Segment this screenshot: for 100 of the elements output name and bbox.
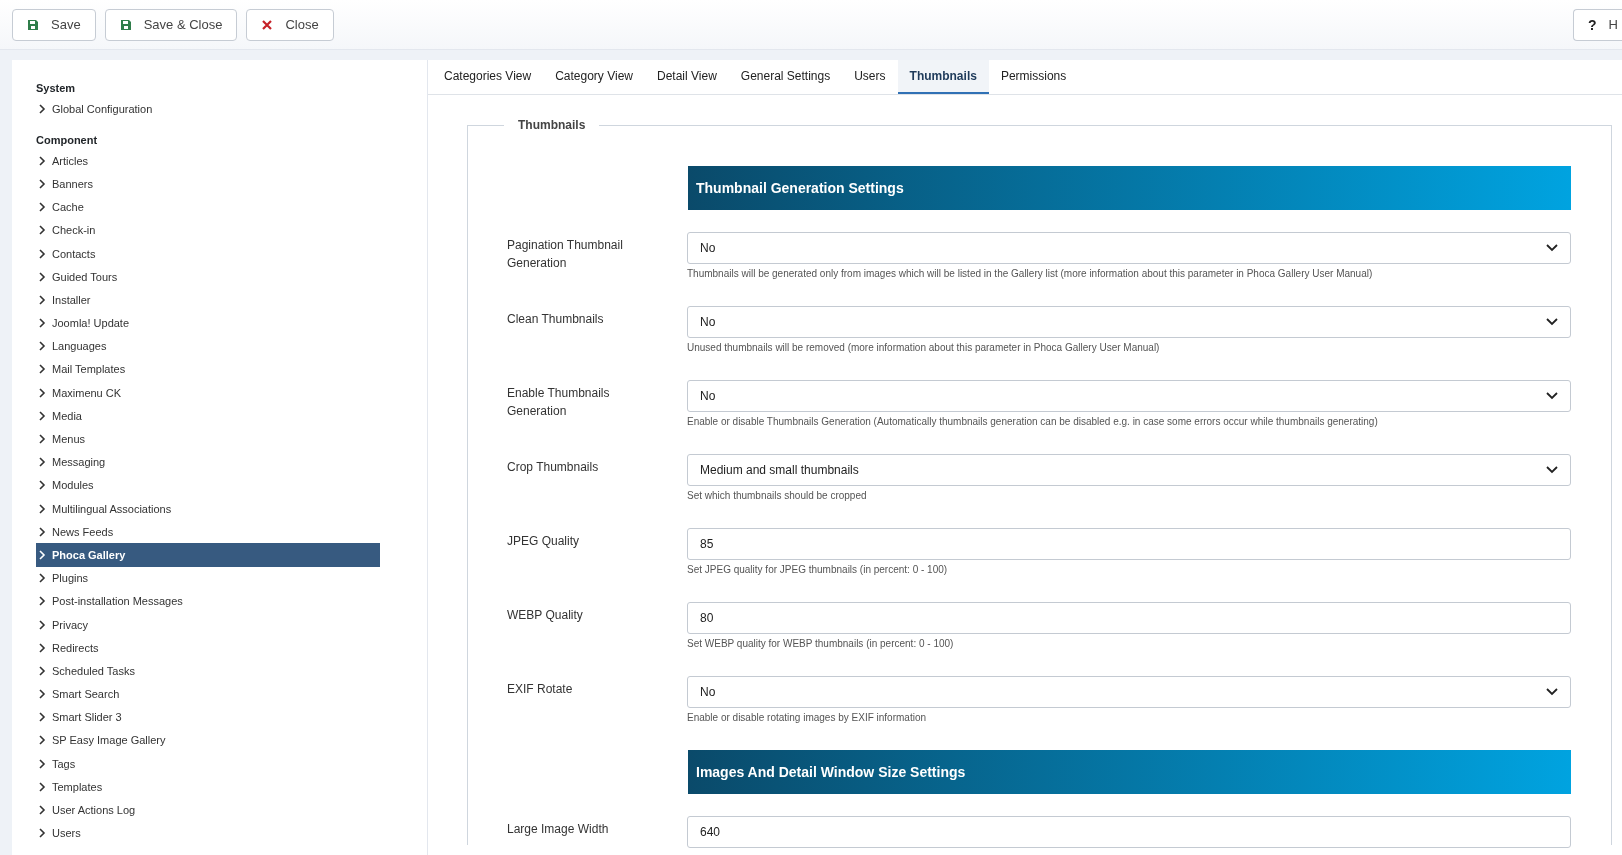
sidebar-item[interactable]: Banners	[36, 172, 380, 196]
field-hint: Thumbnails will be generated only from images which will be listed in the Gallery list (more information about this parameter in Phoca Gallery User Manual)	[687, 268, 1374, 279]
input-field[interactable]: 640	[687, 816, 1571, 848]
sidebar-item[interactable]: Maximenu CK	[36, 381, 380, 405]
chevron-right-icon	[38, 387, 46, 398]
chevron-right-icon	[38, 805, 46, 816]
chevron-right-icon	[38, 178, 46, 189]
sidebar-item[interactable]: SP Easy Image Gallery	[36, 728, 380, 753]
chevron-down-icon	[1546, 466, 1558, 474]
sidebar-item[interactable]: Tags	[36, 752, 380, 776]
sidebar-item[interactable]: Joomla! Update	[36, 311, 380, 335]
sidebar-item[interactable]: User Actions Log	[36, 798, 380, 822]
chevron-right-icon	[38, 294, 46, 305]
chevron-down-icon	[1546, 688, 1558, 696]
chevron-right-icon	[38, 526, 46, 537]
sidebar-item[interactable]: Installer	[36, 288, 380, 312]
sidebar-item[interactable]: Articles	[36, 149, 380, 173]
chevron-right-icon	[38, 503, 46, 514]
sidebar-item[interactable]: Global Configuration	[36, 97, 380, 121]
chevron-right-icon	[38, 318, 46, 329]
select-field[interactable]: No	[687, 306, 1571, 338]
help-button[interactable]: ? H	[1573, 8, 1622, 41]
chevron-right-icon	[38, 103, 46, 114]
select-field[interactable]: No	[687, 232, 1571, 264]
tab[interactable]: Users	[842, 60, 898, 94]
save-button[interactable]: Save	[12, 8, 96, 41]
sidebar-item[interactable]: Smart Search	[36, 682, 380, 706]
close-button[interactable]: Close	[246, 8, 334, 41]
tab[interactable]: Category View	[543, 60, 645, 94]
chevron-right-icon	[38, 202, 46, 213]
chevron-right-icon	[38, 225, 46, 236]
close-icon	[261, 18, 274, 31]
tab[interactable]: Thumbnails	[897, 60, 989, 94]
sidebar-item[interactable]: Plugins	[36, 566, 380, 590]
sidebar-item[interactable]: Media	[36, 404, 380, 428]
chevron-right-icon	[38, 689, 46, 700]
tab[interactable]: Detail View	[645, 60, 729, 94]
chevron-right-icon	[38, 410, 46, 421]
chevron-right-icon	[38, 828, 46, 839]
fieldset-legend: Thumbnails	[504, 118, 600, 132]
group-heading: System	[36, 81, 77, 94]
field-hint: Set which thumbnails should be cropped	[687, 490, 868, 501]
sidebar-item[interactable]: Templates	[36, 775, 380, 799]
input-field[interactable]: 80	[687, 602, 1571, 634]
tab[interactable]: Permissions	[988, 60, 1079, 94]
save-button[interactable]: Save & Close	[104, 8, 238, 41]
sidebar-item[interactable]: Contacts	[36, 241, 380, 266]
chevron-right-icon	[38, 155, 46, 166]
select-field[interactable]: No	[687, 676, 1571, 708]
group-heading: Component	[36, 133, 99, 147]
chevron-right-icon	[38, 341, 46, 352]
chevron-right-icon	[38, 480, 46, 491]
chevron-right-icon	[38, 364, 46, 375]
sidebar-item[interactable]: Menus	[36, 427, 380, 451]
field-label: Pagination Thumbnail Generation	[507, 237, 624, 272]
sidebar-item[interactable]: Mail Templates	[36, 357, 380, 382]
chevron-right-icon	[38, 549, 46, 560]
chevron-right-icon	[38, 735, 46, 746]
sidebar-item[interactable]: Modules	[36, 473, 380, 497]
field-label: Clean Thumbnails	[507, 311, 605, 328]
tab[interactable]: General Settings	[728, 60, 843, 94]
sidebar-item[interactable]: Post-installation Messages	[36, 589, 380, 613]
input-field[interactable]: 85	[687, 528, 1571, 560]
sidebar-item[interactable]: Check-in	[36, 218, 380, 242]
section-heading: Images And Detail Window Size Settings	[688, 750, 1571, 794]
chevron-right-icon	[38, 712, 46, 723]
chevron-right-icon	[38, 758, 46, 769]
chevron-down-icon	[1546, 244, 1558, 252]
chevron-down-icon	[1546, 392, 1558, 400]
sidebar-item[interactable]: Redirects	[36, 636, 380, 660]
field-hint: Set JPEG quality for JPEG thumbnails (in percent: 0 - 100)	[687, 564, 949, 575]
sidebar-item[interactable]: Privacy	[36, 612, 380, 637]
chevron-right-icon	[38, 248, 46, 259]
select-field[interactable]: Medium and small thumbnails	[687, 454, 1571, 486]
sidebar-item[interactable]: Phoca Gallery	[36, 543, 380, 567]
chevron-right-icon	[38, 573, 46, 584]
field-hint: Enable or disable Thumbnails Generation (Automatically thumbnails generation can be disabled e.g. in case some errors occur while thumbnails generating)	[687, 416, 1379, 427]
field-label: Enable Thumbnails Generation	[507, 385, 611, 420]
sidebar-item[interactable]: Scheduled Tasks	[36, 659, 380, 683]
field-label: Large Image Width	[507, 821, 610, 838]
chevron-right-icon	[38, 619, 46, 630]
select-field[interactable]: No	[687, 380, 1571, 412]
chevron-right-icon	[38, 457, 46, 468]
sidebar-item[interactable]: Guided Tours	[36, 265, 380, 289]
field-hint: Set WEBP quality for WEBP thumbnails (in percent: 0 - 100)	[687, 638, 955, 649]
sidebar-item[interactable]: Languages	[36, 334, 380, 358]
chevron-right-icon	[38, 642, 46, 653]
chevron-right-icon	[38, 271, 46, 282]
sidebar-item[interactable]: Cache	[36, 195, 380, 219]
field-label: JPEG Quality	[507, 533, 581, 550]
sidebar-item[interactable]: Users	[36, 821, 380, 845]
chevron-right-icon	[38, 434, 46, 445]
sidebar-item[interactable]: Multilingual Associations	[36, 497, 380, 521]
sidebar-item[interactable]: Smart Slider 3	[36, 705, 380, 729]
chevron-down-icon	[1546, 318, 1558, 326]
chevron-right-icon	[38, 665, 46, 676]
field-hint: Enable or disable rotating images by EXIF information	[687, 712, 927, 723]
sidebar-item[interactable]: News Feeds	[36, 520, 380, 544]
sidebar-item[interactable]: Messaging	[36, 450, 380, 474]
tab[interactable]: Categories View	[432, 60, 544, 94]
